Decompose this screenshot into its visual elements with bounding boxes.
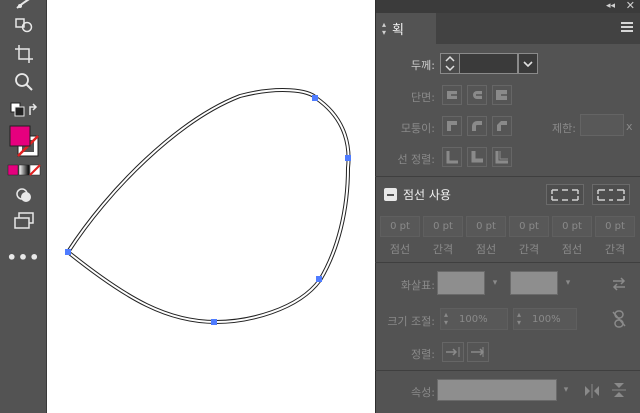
- end-scale-stepper-icon[interactable]: ▴ ▾: [517, 311, 521, 327]
- path-artwork[interactable]: [48, 0, 375, 413]
- dash-3-input[interactable]: 0 pt: [552, 216, 592, 237]
- align-stroke-label: 선 정렬:: [397, 153, 435, 166]
- corner-label: 모퉁이:: [400, 122, 435, 135]
- tab-expand-icon: ▴ ▾: [382, 19, 387, 37]
- divider: [375, 176, 640, 177]
- arrow-tip-at-end-button[interactable]: [467, 342, 489, 362]
- gap-2-caption: 간격: [518, 243, 540, 256]
- align-dash-corners-button[interactable]: [592, 184, 630, 205]
- draw-mode-icon[interactable]: [0, 185, 47, 205]
- tab-stroke-label: 획: [392, 23, 404, 38]
- dashed-line-label: 점선 사용: [403, 188, 451, 202]
- round-cap-button[interactable]: [467, 85, 487, 105]
- profile-label: 속성:: [411, 386, 435, 399]
- bevel-join-button[interactable]: [492, 116, 512, 136]
- close-panel-button[interactable]: ✕: [626, 0, 635, 13]
- preserve-dash-button[interactable]: [546, 184, 584, 205]
- round-join-button[interactable]: [467, 116, 487, 136]
- anchor-point[interactable]: [312, 95, 318, 101]
- align-stroke-center-button[interactable]: [442, 147, 462, 167]
- end-scale-input[interactable]: 100%: [513, 308, 577, 330]
- start-scale-stepper-icon[interactable]: ▴ ▾: [444, 311, 448, 327]
- dash-1-caption: 점선: [389, 243, 411, 256]
- limit-unit: x: [626, 120, 633, 133]
- dashed-line-checkbox[interactable]: [384, 188, 397, 201]
- arrow-tip-beyond-button[interactable]: [442, 342, 464, 362]
- fill-stroke-swatch[interactable]: [0, 124, 47, 160]
- gap-3-input[interactable]: 0 pt: [595, 216, 635, 237]
- gap-2-input[interactable]: 0 pt: [509, 216, 549, 237]
- limit-label: 제한:: [552, 122, 576, 135]
- start-arrowhead-dropdown-icon[interactable]: ▾: [485, 271, 505, 295]
- arrow-align-label: 정렬:: [411, 348, 435, 361]
- collapse-panel-button[interactable]: ◂◂: [606, 0, 615, 13]
- profile-dropdown-icon[interactable]: ▾: [556, 379, 576, 401]
- stroke-path-inner: [66, 89, 350, 324]
- zoom-tool-icon[interactable]: [0, 70, 47, 94]
- cap-label: 단면:: [411, 91, 435, 104]
- scale-label: 크기 조절:: [387, 315, 435, 328]
- panel-titlebar: ◂◂ ✕: [376, 0, 640, 13]
- anchor-point[interactable]: [211, 319, 217, 325]
- weight-stepper[interactable]: [440, 53, 460, 74]
- swap-arrowheads-icon[interactable]: [611, 276, 627, 295]
- start-scale-input[interactable]: 100%: [440, 308, 508, 330]
- gap-1-caption: 간격: [432, 243, 454, 256]
- dash-1-input[interactable]: 0 pt: [380, 216, 420, 237]
- weight-input[interactable]: [460, 53, 518, 74]
- shape-builder-tool-icon[interactable]: [0, 14, 47, 36]
- panel-menu-icon[interactable]: [621, 22, 633, 34]
- end-arrowhead-select[interactable]: [510, 271, 558, 295]
- blob-brush-tool-icon[interactable]: [0, 0, 47, 12]
- gap-3-caption: 간격: [604, 243, 626, 256]
- miter-join-button[interactable]: [442, 116, 462, 136]
- app-window: ••• ◂◂ ✕ ▴ ▾ 획 두께: 단면: 모퉁이: 제한: x 선 정렬: …: [0, 0, 640, 413]
- butt-cap-button[interactable]: [442, 85, 462, 105]
- artboard-canvas[interactable]: [48, 0, 375, 413]
- miter-limit-input[interactable]: [580, 114, 624, 136]
- arrowheads-label: 화살표:: [400, 279, 435, 292]
- tab-stroke[interactable]: ▴ ▾ 획: [376, 13, 436, 44]
- dash-2-input[interactable]: 0 pt: [466, 216, 506, 237]
- divider: [375, 370, 640, 371]
- align-stroke-inside-button[interactable]: [467, 147, 487, 167]
- link-scale-icon[interactable]: [612, 310, 626, 332]
- weight-label: 두께:: [411, 59, 435, 72]
- flip-along-icon[interactable]: [584, 383, 600, 402]
- profile-select[interactable]: [437, 379, 557, 401]
- align-stroke-outside-button[interactable]: [492, 147, 512, 167]
- dash-3-caption: 점선: [561, 243, 583, 256]
- flip-across-icon[interactable]: [612, 382, 626, 402]
- artboard-tool-icon[interactable]: [0, 42, 47, 66]
- weight-dropdown[interactable]: [518, 53, 538, 74]
- anchor-point[interactable]: [316, 276, 322, 282]
- projecting-cap-button[interactable]: [492, 85, 512, 105]
- anchor-point[interactable]: [345, 155, 351, 161]
- start-arrowhead-select[interactable]: [437, 271, 485, 295]
- gap-1-input[interactable]: 0 pt: [423, 216, 463, 237]
- more-tools-button[interactable]: •••: [0, 250, 47, 266]
- dash-2-caption: 점선: [475, 243, 497, 256]
- tools-toolbar: •••: [0, 0, 47, 413]
- stroke-path-outer: [65, 88, 351, 325]
- divider: [375, 262, 640, 263]
- end-arrowhead-dropdown-icon[interactable]: ▾: [558, 271, 578, 295]
- swap-fill-stroke-icon[interactable]: [0, 100, 47, 122]
- panel-tab-row: ▴ ▾ 획: [376, 13, 640, 44]
- color-mode-buttons[interactable]: [0, 163, 47, 177]
- anchor-point[interactable]: [65, 249, 71, 255]
- screen-mode-icon[interactable]: [0, 210, 47, 232]
